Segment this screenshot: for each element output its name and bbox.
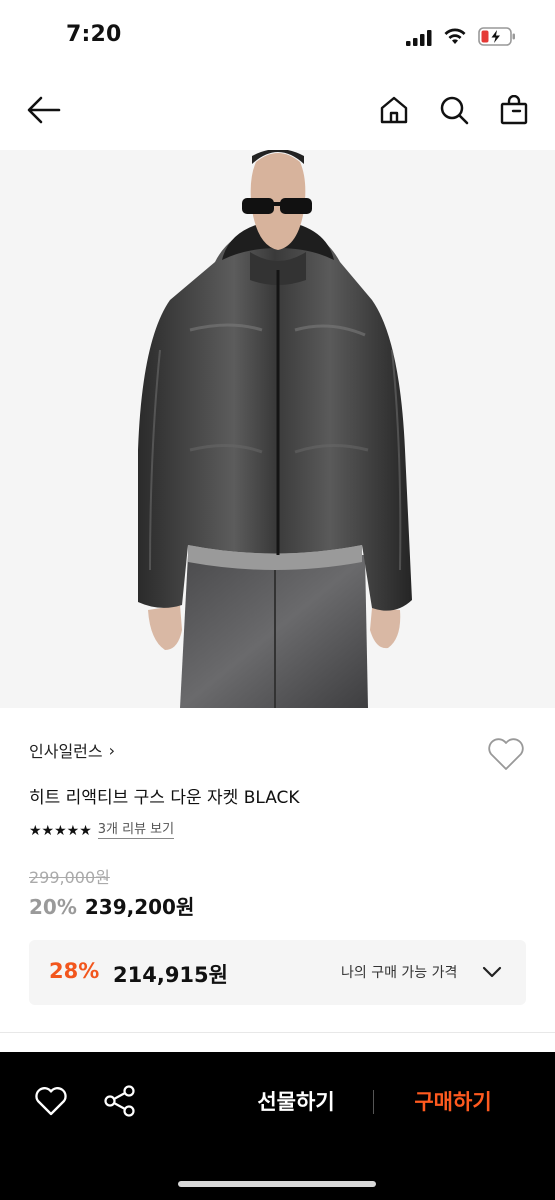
heart-outline-icon [488,738,524,770]
gift-button[interactable]: 선물하기 [236,1086,356,1116]
home-indicator [178,1181,376,1187]
battery-charging-icon [478,27,515,46]
share-button[interactable] [102,1083,138,1119]
my-purchase-price-box[interactable]: 28% 214,915원 나의 구매 가능 가격 [29,940,526,1005]
my-discount-rate: 28% [49,959,100,983]
chevron-down-icon [482,966,502,978]
search-button[interactable] [434,90,474,130]
bottom-action-bar: 선물하기 구매하기 [0,1052,555,1200]
original-price: 299,000원 [29,868,110,887]
shopping-bag-button[interactable] [494,90,534,130]
section-divider [0,1032,555,1033]
my-purchase-price: 214,915원 [113,963,228,987]
wishlist-heart-button[interactable] [486,736,526,772]
product-photo-jacket [0,150,555,708]
product-title: 히트 리액티브 구스 다운 자켓 BLACK [29,788,300,808]
status-bar: 7:20 [0,0,555,72]
product-image[interactable] [0,150,555,708]
price-row: 20% 239,200원 [29,891,194,920]
my-purchase-price-label: 나의 구매 가능 가격 [341,965,458,981]
bottom-wishlist-button[interactable] [34,1085,68,1117]
back-button[interactable] [24,90,64,130]
home-icon [380,96,408,124]
brand-name: 인사일런스 [29,742,103,761]
share-icon [104,1085,135,1117]
brand-link[interactable]: 인사일런스 › [29,738,115,762]
bottom-bar-separator [373,1090,374,1114]
chevron-right-icon: › [108,740,116,760]
home-button[interactable] [374,90,414,130]
wifi-icon [444,28,466,44]
review-link[interactable]: 3개 리뷰 보기 [97,822,175,839]
buy-button[interactable]: 구매하기 [392,1086,514,1116]
back-arrow-icon [27,96,61,124]
heart-outline-icon [35,1087,67,1116]
rating-stars: ★★★★★ [29,822,92,839]
rating-row: ★★★★★ 3개 리뷰 보기 [29,822,175,839]
discount-rate: 20% [29,895,77,919]
top-nav-bar [0,80,555,140]
sale-price: 239,200원 [84,895,195,919]
shopping-bag-icon [500,95,528,125]
cellular-signal-icon [406,30,432,46]
status-time: 7:20 [66,22,122,47]
search-icon [440,96,469,125]
